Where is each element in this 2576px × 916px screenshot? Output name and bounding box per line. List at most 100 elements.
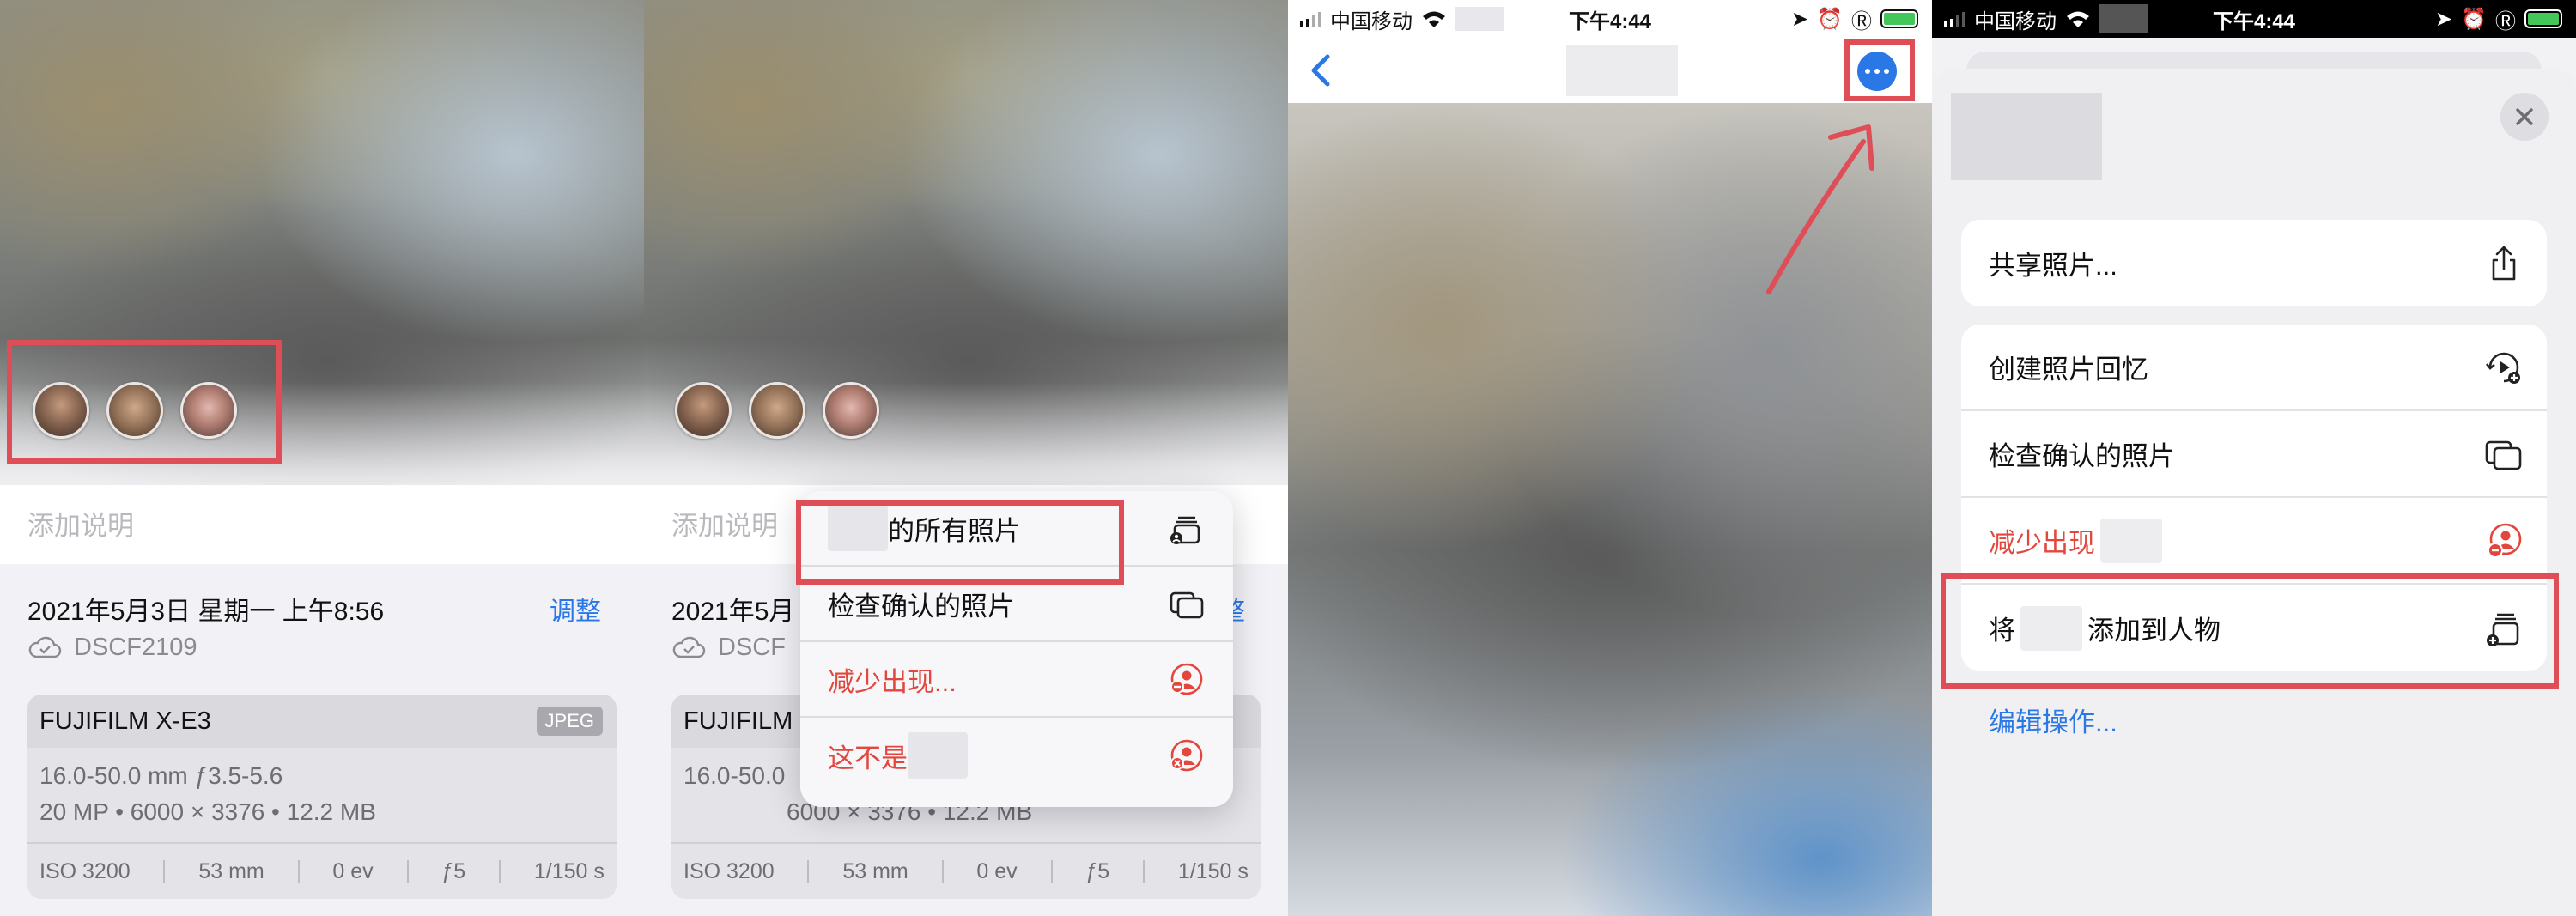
stat-aperture: ƒ5 xyxy=(441,858,466,883)
highlight-box xyxy=(1844,39,1915,101)
photo-info: 2021年5月3日 星期一 上午8:56 调整 DSCF2109 FUJIFIL… xyxy=(0,564,644,916)
file-row: DSCF2109 xyxy=(27,626,617,669)
action-label: 检查确认的照片 xyxy=(1989,441,2175,471)
carrier: 中国移动 xyxy=(1330,9,1413,33)
headphones-icon: Ⓡ xyxy=(1851,9,1872,33)
filename: DSCF xyxy=(718,633,786,661)
signal-icon xyxy=(1300,11,1321,27)
battery-icon xyxy=(1880,9,1918,28)
format-badge: JPEG xyxy=(536,707,603,736)
person-photos-panel: 中国移动 下午4:44 ➤ ⏰ Ⓡ xyxy=(1288,0,1932,916)
cloud-icon xyxy=(672,636,706,658)
battery-icon xyxy=(2524,9,2562,28)
person-minus-icon xyxy=(2488,523,2522,558)
redacted-name xyxy=(908,732,968,779)
adjust-button[interactable]: 调整 xyxy=(550,590,601,628)
location-icon: ➤ xyxy=(1791,7,1809,31)
action-label: 减少出现 xyxy=(1989,528,2095,558)
menu-item-not-this-person[interactable]: 这不是 xyxy=(800,718,1233,793)
share-photos-button[interactable]: 共享照片... xyxy=(1961,220,2547,306)
stat-ev: 0 ev xyxy=(332,858,374,883)
review-confirmed-button[interactable]: 检查确认的照片 xyxy=(1961,411,2547,498)
stat-aperture: ƒ5 xyxy=(1085,858,1110,883)
share-icon xyxy=(2492,246,2516,280)
feature-less-button[interactable]: 减少出现 xyxy=(1961,498,2547,585)
stat-focal: 53 mm xyxy=(842,858,908,883)
divider xyxy=(499,860,501,883)
stat-iso: ISO 3200 xyxy=(683,858,775,883)
wifi-icon xyxy=(1423,11,1445,27)
stat-ev: 0 ev xyxy=(976,858,1018,883)
caption-input[interactable]: 添加说明 xyxy=(0,485,644,564)
lens-info: 16.0-50.0 mm ƒ3.5-5.6 xyxy=(39,762,283,789)
stat-focal: 53 mm xyxy=(198,858,264,883)
carrier: 中国移动 xyxy=(1974,9,2057,33)
memory-play-icon xyxy=(2485,352,2520,384)
photo-info-panel: 添加说明 2021年5月3日 星期一 上午8:56 调整 DSCF2109 FU… xyxy=(0,0,644,916)
photo-date: 2021年5月3日 星期一 上午8:56 xyxy=(27,598,385,626)
stat-iso: ISO 3200 xyxy=(39,858,131,883)
divider xyxy=(807,860,810,883)
signal-icon xyxy=(1944,11,1965,27)
exif-header: FUJIFILM X-E3 JPEG xyxy=(27,695,617,748)
redacted-name xyxy=(1566,45,1678,96)
exif-stats: ISO 3200 53 mm 0 ev ƒ5 1/150 s xyxy=(671,844,1261,899)
face-thumbnail[interactable] xyxy=(675,382,732,439)
photos-stack-icon xyxy=(2485,440,2522,470)
actions-sheet-panel: 中国移动 下午4:44 ➤ ⏰ Ⓡ 共享照片... 创建照片回忆 检查确认的照片… xyxy=(1932,0,2576,916)
exif-card: FUJIFILM X-E3 JPEG 16.0-50.0 mm ƒ3.5-5.6… xyxy=(27,695,617,899)
menu-item-label: 这不是 xyxy=(828,743,908,773)
face-menu-panel: 添加说明 2021年5月 整 DSCF FUJIFILM X 16.0-50.0… xyxy=(644,0,1288,916)
status-icons: ➤ ⏰ Ⓡ xyxy=(1791,4,1918,34)
highlight-box xyxy=(1941,573,2559,689)
caption-placeholder: 添加说明 xyxy=(27,511,134,541)
divider xyxy=(297,860,300,883)
divider xyxy=(406,860,409,883)
action-text: 减少出现 xyxy=(1989,518,2162,563)
edit-actions-link[interactable]: 编辑操作... xyxy=(1989,701,2117,739)
menu-item-label: 减少出现... xyxy=(828,666,957,697)
divider xyxy=(1050,860,1053,883)
divider xyxy=(941,860,944,883)
highlight-box xyxy=(796,500,1124,585)
action-label: 创建照片回忆 xyxy=(1989,355,2148,385)
date-row: 2021年5月3日 星期一 上午8:56 调整 xyxy=(27,564,617,626)
location-icon: ➤ xyxy=(2435,7,2453,31)
stat-shutter: 1/150 s xyxy=(1177,858,1249,883)
create-memory-button[interactable]: 创建照片回忆 xyxy=(1961,325,2547,411)
menu-item-label: 检查确认的照片 xyxy=(828,591,1014,622)
status-bar: 中国移动 下午4:44 ➤ ⏰ Ⓡ xyxy=(1288,0,1932,38)
person-minus-icon xyxy=(1170,663,1203,695)
cloud-icon xyxy=(28,636,62,658)
status-bar: 中国移动 下午4:44 ➤ ⏰ Ⓡ xyxy=(1932,0,2576,38)
menu-item-feature-less[interactable]: 减少出现... xyxy=(800,642,1233,718)
close-icon[interactable] xyxy=(2500,93,2549,141)
stack-person-icon xyxy=(1170,516,1200,544)
action-sheet: 共享照片... 创建照片回忆 检查确认的照片 减少出现 将 添加到人物 编辑操作… xyxy=(1932,69,2576,916)
camera-model: FUJIFILM X-E3 xyxy=(39,707,211,735)
camera-model: FUJIFILM X xyxy=(683,707,817,735)
action-label: 共享照片... xyxy=(1989,251,2117,281)
person-x-icon xyxy=(1170,739,1203,772)
exif-stats: ISO 3200 53 mm 0 ev ƒ5 1/150 s xyxy=(27,844,617,899)
photos-stack-icon xyxy=(1170,591,1204,619)
menu-item-text: 这不是 xyxy=(828,732,968,779)
filename: DSCF2109 xyxy=(74,633,197,661)
caption-placeholder: 添加说明 xyxy=(671,511,778,541)
face-thumbnail[interactable] xyxy=(749,382,805,439)
share-group: 共享照片... xyxy=(1961,220,2547,306)
redacted-name xyxy=(2100,518,2162,563)
alarm-icon: ⏰ xyxy=(1817,7,1843,31)
face-thumbnail[interactable] xyxy=(823,382,879,439)
wifi-icon xyxy=(2067,11,2089,27)
redacted-block xyxy=(2099,4,2148,33)
image-specs: 20 MP • 6000 × 3376 • 12.2 MB xyxy=(39,798,376,825)
photo-date: 2021年5月 xyxy=(671,598,795,626)
chevron-left-icon[interactable] xyxy=(1300,46,1343,94)
highlight-box xyxy=(7,340,282,464)
stat-shutter: 1/150 s xyxy=(533,858,605,883)
divider xyxy=(1143,860,1145,883)
status-time: 下午4:44 xyxy=(1568,9,1652,33)
divider xyxy=(163,860,166,883)
redacted-block xyxy=(1455,7,1504,31)
